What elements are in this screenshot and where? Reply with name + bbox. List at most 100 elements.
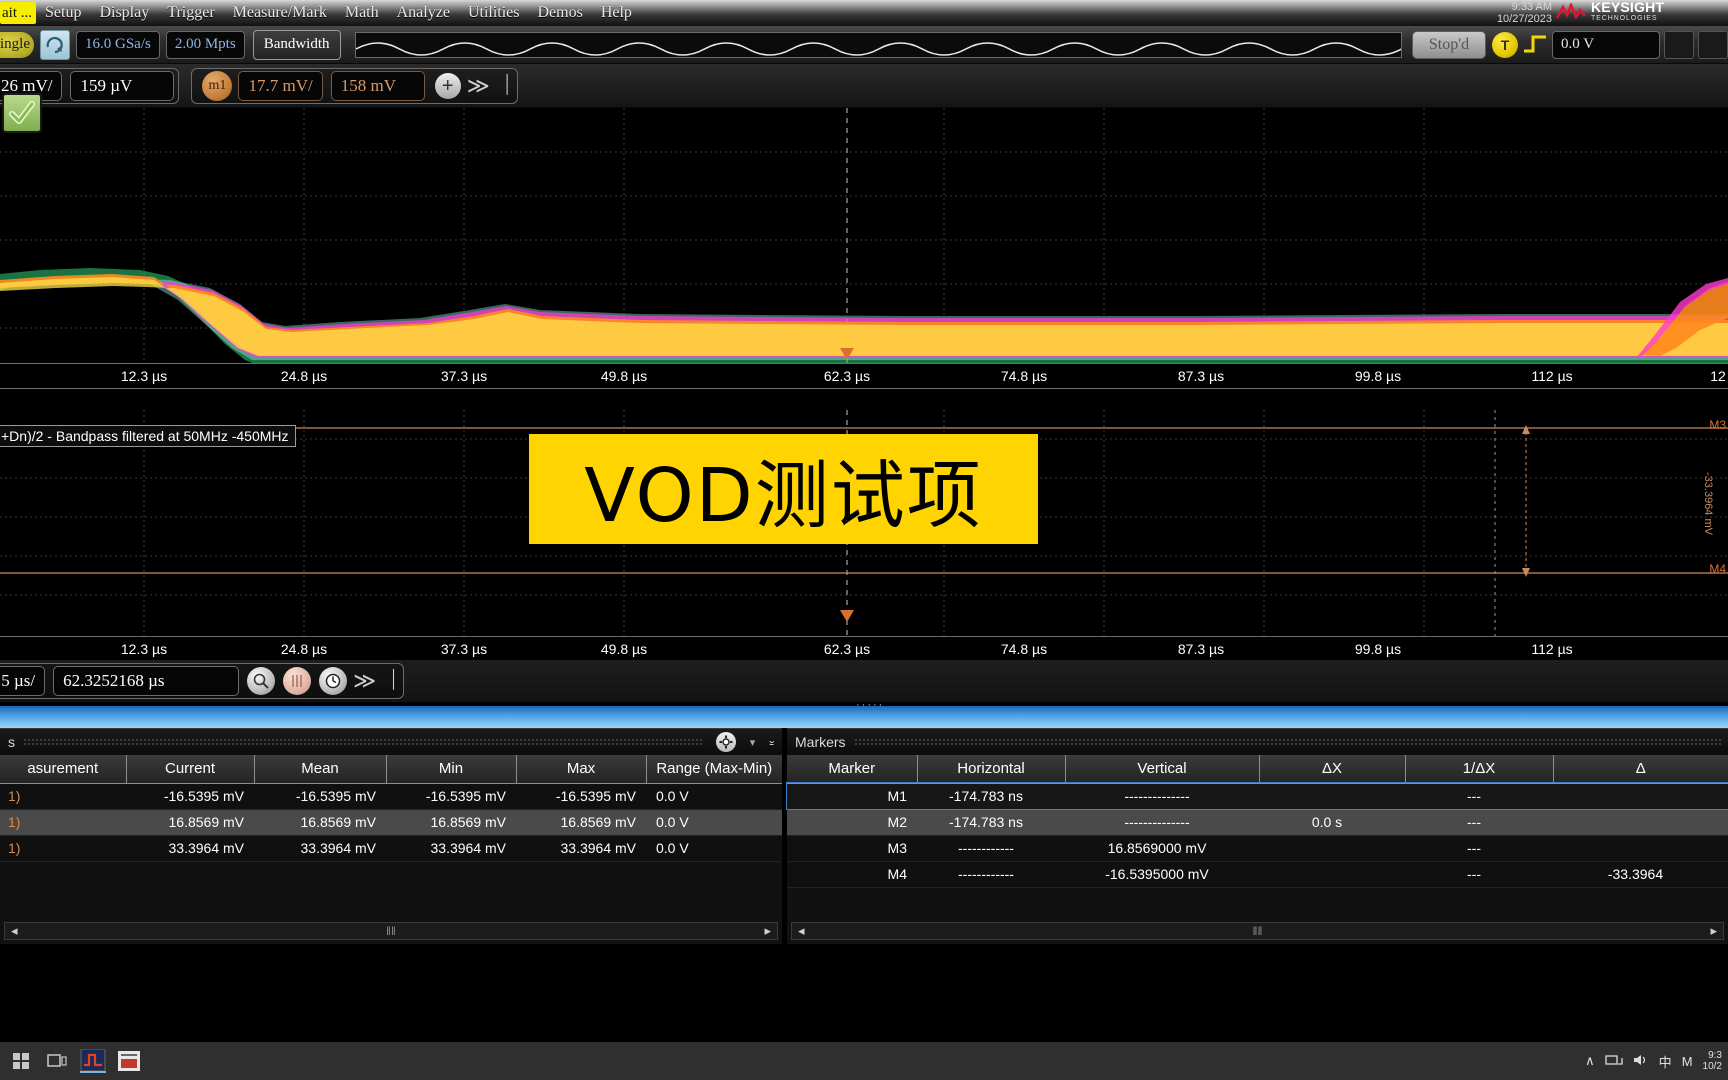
table-row[interactable]: 1) 16.8569 mV 16.8569 mV 16.8569 mV 16.8… [0, 809, 782, 836]
trigger-badge[interactable]: T [1492, 31, 1518, 58]
column-header-deltax[interactable]: ΔX [1258, 755, 1405, 784]
keysight-wave-icon [1556, 3, 1586, 20]
menu-item-measure-mark[interactable]: Measure/Mark [224, 0, 336, 26]
gear-icon[interactable] [715, 732, 736, 752]
column-header-max[interactable]: Max [515, 755, 646, 784]
column-header-mean[interactable]: Mean [253, 755, 386, 784]
math-channel-badge[interactable]: m1 [202, 70, 233, 101]
column-header-horizontal[interactable]: Horizontal [916, 755, 1065, 784]
menu-item-trigger[interactable]: Trigger [158, 0, 223, 26]
table-row[interactable]: M4 ------------ -16.5395000 mV --- -33.3… [787, 861, 1728, 888]
time-position-field[interactable]: 62.3252168 µs [53, 666, 240, 696]
table-row[interactable]: M1 -174.783 ns -------------- --- [786, 782, 1728, 810]
column-header-measurement[interactable]: asurement [0, 755, 126, 784]
panel-splitter[interactable]: ····· [0, 699, 1728, 728]
math-scale-field[interactable]: 17.7 mV/ [238, 70, 323, 101]
math-waveform-label[interactable]: +Dn)/2 - Bandpass filtered at 50MHz -450… [0, 425, 296, 447]
timebase-pin-icon[interactable]: ⏐ [388, 670, 399, 692]
zoom-icon[interactable] [247, 667, 276, 695]
pin-icon[interactable]: ⏐ [502, 75, 513, 97]
expand-more-icon[interactable]: ≫ [467, 73, 490, 99]
column-header-current[interactable]: Current [125, 755, 254, 784]
table-row[interactable]: M3 ------------ 16.8569000 mV --- [787, 835, 1728, 862]
language-indicator[interactable]: M [1682, 1054, 1693, 1069]
trigger-level-field[interactable]: 0.0 V [1552, 30, 1660, 59]
splitter-grip-icon: ····· [856, 699, 885, 711]
menu-item-display[interactable]: Display [90, 0, 158, 26]
menu-item-help[interactable]: Help [592, 0, 641, 26]
acquisition-toolbar: ingle 16.0 GSa/s 2.00 Mpts Bandwidth Sto… [0, 26, 1728, 64]
marker-vertical: -------------- [1065, 783, 1259, 810]
menu-item-analyze[interactable]: Analyze [388, 0, 459, 26]
run-stop-button[interactable]: Stop'd [1412, 30, 1486, 59]
trigger-edge-icon[interactable] [1522, 33, 1548, 57]
measurements-pin-icon[interactable]: ⏓ [769, 734, 774, 751]
measurements-dropdown-icon[interactable]: ▾ [750, 736, 756, 749]
table-header-row: asurement Current Mean Min Max Range (Ma… [0, 755, 782, 784]
scroll-left-icon[interactable]: ◂ [798, 923, 805, 939]
math-offset-field[interactable]: 158 mV [330, 70, 425, 101]
chart-app-icon[interactable] [116, 1049, 142, 1073]
ime-indicator[interactable]: 中 [1659, 1052, 1672, 1071]
waveform-plot-main[interactable] [0, 108, 1728, 363]
measurement-name: 1) [0, 809, 126, 836]
time-tick: 62.3 µs [823, 641, 871, 657]
measurement-max: 16.8569 mV [516, 809, 646, 836]
volume-icon[interactable] [1633, 1053, 1649, 1070]
bandwidth-button[interactable]: Bandwidth [252, 29, 341, 60]
add-channel-button[interactable]: + [434, 72, 461, 99]
column-header-min[interactable]: Min [385, 755, 516, 784]
marker-m4-label: M4 [1709, 562, 1726, 576]
acquisition-status-chip[interactable]: ait ... [0, 2, 36, 24]
tray-chevron-icon[interactable]: ∧ [1585, 1053, 1595, 1069]
column-header-delta[interactable]: Δ [1552, 755, 1728, 784]
marker-dy [1553, 835, 1728, 862]
sample-rate-field[interactable]: 16.0 GSa/s [76, 30, 160, 59]
menu-item-math[interactable]: Math [336, 0, 388, 26]
scroll-right-icon[interactable]: ▸ [1710, 923, 1717, 939]
memory-depth-field[interactable]: 2.00 Mpts [165, 30, 245, 59]
menu-item-demos[interactable]: Demos [529, 0, 592, 26]
toolbar-extra-1[interactable] [1664, 30, 1694, 59]
task-view-icon[interactable] [44, 1049, 70, 1073]
column-header-invdeltax[interactable]: 1/ΔX [1404, 755, 1553, 784]
segments-icon[interactable] [283, 667, 312, 695]
scroll-right-icon[interactable]: ▸ [764, 923, 771, 939]
table-row[interactable]: 1) 33.3964 mV 33.3964 mV 33.3964 mV 33.3… [0, 835, 782, 862]
clock-time: 9:33 AM [1511, 1, 1552, 13]
time-tick: 49.8 µs [600, 641, 648, 657]
tray-clock[interactable]: 9:3 10/2 [1703, 1050, 1722, 1072]
scroll-grip[interactable]: ‖‖ [1253, 924, 1263, 938]
clock-icon[interactable] [319, 667, 348, 695]
channel-offset-field[interactable]: 159 µV [70, 70, 175, 101]
timebase-expand-icon[interactable]: ≫ [353, 668, 376, 694]
column-header-range[interactable]: Range (Max-Min) [645, 755, 782, 784]
vertical-toolbar: 26 mV/ 159 µV m1 17.7 mV/ 158 mV + ≫ ⏐ [0, 64, 1728, 108]
measurements-hscrollbar[interactable]: ◂ ‖‖ ▸ [4, 922, 778, 940]
windows-start-icon[interactable] [8, 1049, 34, 1073]
toolbar-extra-2[interactable] [1698, 30, 1728, 59]
waveform-preview[interactable] [354, 31, 1402, 58]
scope-app-icon[interactable] [80, 1049, 106, 1073]
menu-item-setup[interactable]: Setup [36, 0, 90, 26]
column-header-vertical[interactable]: Vertical [1064, 755, 1259, 784]
table-row[interactable]: M2 -174.783 ns -------------- 0.0 s --- [787, 809, 1728, 836]
measurement-name: 1) [0, 835, 126, 862]
title-dots-decoration [853, 737, 1722, 747]
preview-sine-icon [355, 41, 1401, 56]
marker-invdx: --- [1405, 835, 1553, 862]
time-tick: 12.3 µs [120, 641, 168, 657]
markers-hscrollbar[interactable]: ◂ ‖‖ ▸ [791, 922, 1724, 940]
checkmark-icon[interactable] [2, 93, 42, 133]
measurement-current: 33.3964 mV [126, 835, 254, 862]
measurement-range: 0.0 V [646, 835, 782, 862]
acquisition-mode-chip[interactable]: ingle [0, 31, 34, 58]
time-scale-field[interactable]: .5 µs/ [0, 666, 46, 696]
column-header-marker[interactable]: Marker [787, 755, 917, 784]
table-row[interactable]: 1) -16.5395 mV -16.5395 mV -16.5395 mV -… [0, 783, 782, 810]
network-icon[interactable] [1605, 1053, 1623, 1070]
scroll-grip[interactable]: ‖‖ [386, 924, 396, 938]
refresh-arrow-icon[interactable] [40, 29, 70, 60]
scroll-left-icon[interactable]: ◂ [11, 923, 18, 939]
menu-item-utilities[interactable]: Utilities [459, 0, 529, 26]
